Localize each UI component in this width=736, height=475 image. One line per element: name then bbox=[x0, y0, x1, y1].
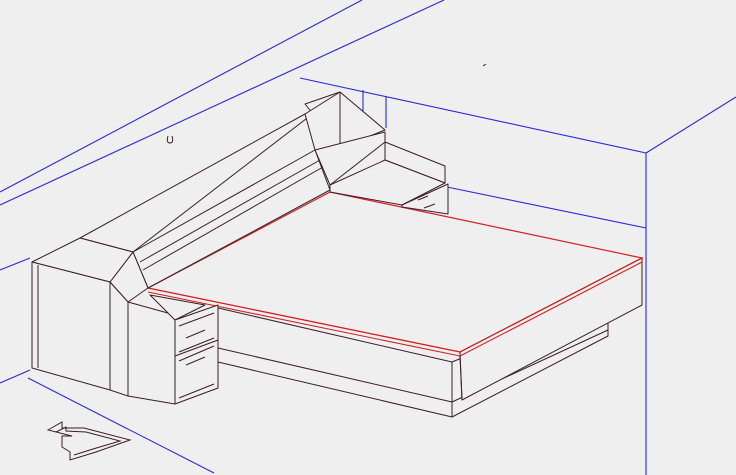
navigation-arrow[interactable] bbox=[46, 421, 132, 461]
cad-viewport[interactable] bbox=[0, 0, 736, 475]
wall-hook bbox=[166, 135, 174, 144]
